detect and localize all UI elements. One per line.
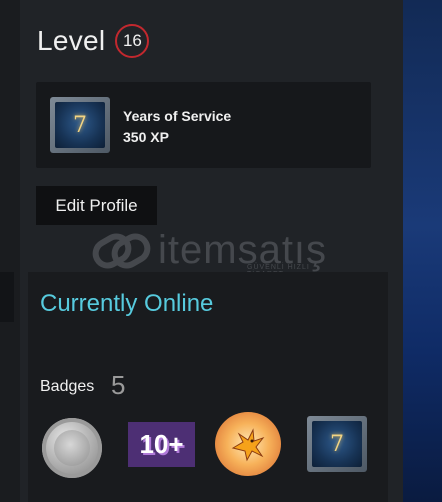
phoenix-bird-shape — [231, 428, 265, 462]
ten-plus-icon[interactable]: 10+ — [128, 422, 195, 467]
years-of-service-icon: 7 — [50, 97, 110, 153]
edit-profile-button[interactable]: Edit Profile — [36, 186, 157, 225]
level-row: Level 16 — [37, 24, 150, 58]
level-badge[interactable]: 16 — [115, 24, 150, 58]
featured-badge-info: Years of Service 350 XP — [123, 106, 231, 148]
online-status: Currently Online — [40, 290, 214, 317]
years-of-service-icon-face: 7 — [55, 102, 105, 148]
years-of-service-icon-face: 7 — [312, 421, 362, 467]
phoenix-icon[interactable] — [215, 412, 281, 476]
left-edge-panel — [0, 0, 20, 502]
years-of-service-icon[interactable]: 7 — [307, 416, 367, 472]
featured-badge-xp: 350 XP — [123, 129, 169, 145]
badges-count[interactable]: 5 — [111, 370, 125, 401]
background-art — [403, 0, 442, 502]
featured-badge-title: Years of Service — [123, 108, 232, 124]
watermark-logo: itemsatış GÜVENLİ HIZLI TİCARET .com — [92, 228, 327, 278]
level-title: Level — [37, 25, 106, 56]
silver-coin-face — [54, 430, 90, 466]
badges-link[interactable]: Badges — [40, 378, 94, 396]
left-edge-tab — [0, 272, 14, 322]
status-panel: Currently Online Badges 5 10+ 7 — [28, 272, 388, 502]
silver-coin-icon[interactable] — [42, 418, 102, 478]
featured-badge-card[interactable]: 7 Years of Service 350 XP — [36, 82, 371, 168]
watermark-link-icon — [92, 233, 151, 268]
